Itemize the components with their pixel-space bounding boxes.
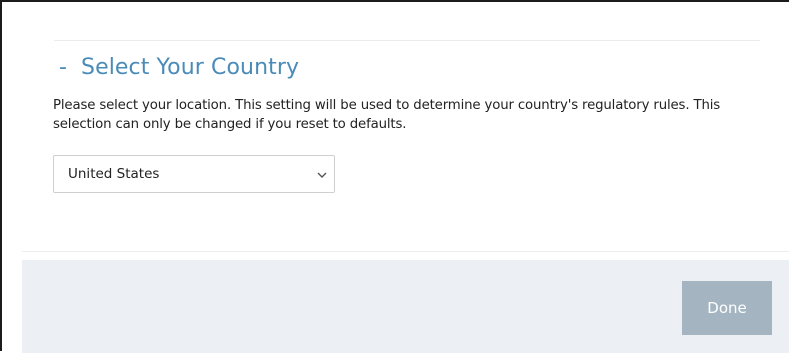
footer-divider xyxy=(22,251,789,252)
country-select[interactable]: United States xyxy=(53,155,335,193)
country-select-value: United States xyxy=(68,166,160,182)
section-heading[interactable]: - Select Your Country xyxy=(59,55,299,80)
done-button[interactable]: Done xyxy=(682,281,772,335)
section-description: Please select your location. This settin… xyxy=(53,98,721,132)
section-title: Select Your Country xyxy=(81,55,300,80)
chevron-down-icon xyxy=(317,172,327,178)
collapse-marker[interactable]: - xyxy=(59,55,81,80)
dialog-frame: - Select Your Country Please select your … xyxy=(0,0,789,353)
dialog-footer xyxy=(22,260,789,353)
top-divider xyxy=(54,40,760,41)
